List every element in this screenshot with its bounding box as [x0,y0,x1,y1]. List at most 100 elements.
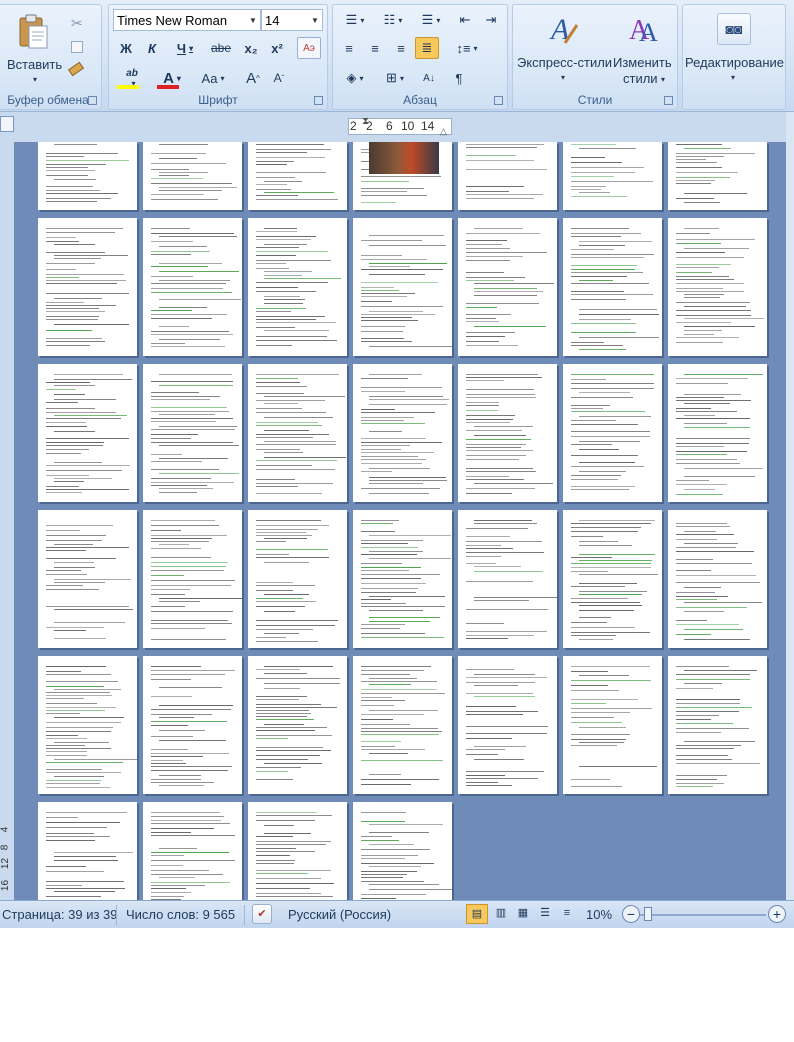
horizontal-ruler[interactable]: 2 2 6 10 14 ⧗ △ [0,112,794,142]
bold-button[interactable]: Ж [115,37,137,59]
page-thumbnail[interactable] [248,510,347,648]
document-area[interactable] [14,142,786,900]
page-thumbnail[interactable] [353,656,452,794]
page-thumbnail[interactable] [248,142,347,210]
borders-button[interactable]: ⊞ [377,67,413,89]
page-thumbnail[interactable] [563,656,662,794]
page-count[interactable]: Страница: 39 из 39 [2,907,118,922]
sort-button[interactable]: A↓ [417,67,441,89]
superscript-button[interactable]: x² [265,37,289,59]
zoom-thumb[interactable] [644,907,652,921]
page-thumbnail[interactable] [248,802,347,900]
page-thumbnail[interactable] [38,802,137,900]
editing-button[interactable]: ◙◙ Редактирование ▾ [685,7,784,97]
page-thumbnail[interactable] [668,364,767,502]
font-size-field[interactable]: 14 ▼ [261,9,323,31]
change-case-button[interactable]: Aa [193,67,233,89]
align-left-button[interactable]: ≡ [337,37,361,59]
page-thumbnail[interactable] [353,364,452,502]
view-full-screen-button[interactable]: ▥ [490,904,512,924]
page-thumbnail[interactable] [38,510,137,648]
page-thumbnail[interactable] [353,218,452,356]
view-outline-button[interactable]: ☰ [534,904,556,924]
page-thumbnail[interactable] [143,142,242,210]
page-thumbnail[interactable] [563,364,662,502]
express-styles-button[interactable]: A Экспресс-стили ▾ [515,7,612,89]
show-marks-button[interactable]: ¶ [447,67,471,89]
styles-launcher-icon[interactable] [664,96,673,105]
copy-icon[interactable] [71,41,83,53]
page-thumbnail[interactable] [248,364,347,502]
zoom-slider[interactable] [640,914,766,916]
justify-button[interactable]: ≣ [415,37,439,59]
subscript-button[interactable]: x₂ [239,37,263,59]
zoom-level[interactable]: 10% [586,907,612,922]
clipboard-launcher-icon[interactable] [88,96,97,105]
chevron-down-icon[interactable]: ▼ [308,10,322,30]
page-thumbnail[interactable] [353,510,452,648]
page-thumbnail[interactable] [248,656,347,794]
page-thumbnail[interactable] [353,802,452,900]
page-thumbnail[interactable] [38,656,137,794]
shrink-font-button[interactable]: Aˇ [267,67,291,89]
align-center-button[interactable]: ≡ [363,37,387,59]
page-thumbnail[interactable] [38,218,137,356]
page-thumbnail[interactable] [668,510,767,648]
zoom-out-icon[interactable]: − [622,905,640,923]
page-thumbnail[interactable] [143,656,242,794]
language-indicator[interactable]: Русский (Россия) [288,907,391,922]
strikethrough-button[interactable]: abe [207,37,235,59]
page-thumbnail[interactable] [38,364,137,502]
page-thumbnail[interactable] [248,218,347,356]
paragraph-launcher-icon[interactable] [494,96,503,105]
chevron-down-icon[interactable]: ▼ [246,10,260,30]
page-thumbnail[interactable] [458,510,557,648]
clear-format-button[interactable]: Aэ [297,37,321,59]
word-count[interactable]: Число слов: 9 565 [126,907,235,922]
underline-button[interactable]: Ч [167,37,203,59]
font-launcher-icon[interactable] [314,96,323,105]
multilevel-list-button[interactable]: ☰ [413,9,449,31]
indent-marker-icon[interactable]: ⧗ [362,116,369,127]
page-thumbnail[interactable] [563,142,662,210]
page-thumbnail[interactable] [143,802,242,900]
page-thumbnail[interactable] [458,142,557,210]
spellcheck-icon[interactable]: ✔ [252,904,272,924]
page-thumbnail[interactable] [458,364,557,502]
decrease-indent-button[interactable]: ⇤ [453,9,477,31]
right-indent-marker-icon[interactable]: △ [440,126,447,137]
view-draft-button[interactable]: ≡ [556,904,578,924]
grow-font-button[interactable]: A ^ [241,67,265,89]
scissors-icon[interactable]: ✂ [71,15,83,32]
page-thumbnail[interactable] [143,510,242,648]
page-thumbnail[interactable] [668,218,767,356]
vertical-ruler[interactable]: 4 8 12 16 [0,142,14,1042]
shading-button[interactable]: ◈ [337,67,373,89]
page-thumbnail[interactable] [563,218,662,356]
paste-button[interactable]: Вставить ▾ [3,9,63,85]
page-thumbnail[interactable] [353,142,452,210]
zoom-in-icon[interactable]: + [768,905,786,923]
italic-button[interactable]: К [141,37,163,59]
view-print-layout-button[interactable]: ▤ [466,904,488,924]
vertical-scrollbar[interactable] [786,112,794,900]
align-right-button[interactable]: ≡ [389,37,413,59]
brush-icon[interactable] [67,61,85,77]
bullets-button[interactable]: ☰ [337,9,373,31]
font-name-field[interactable]: Times New Roman ▼ [113,9,261,31]
page-thumbnail[interactable] [668,142,767,210]
tab-selector[interactable] [0,116,14,132]
text-line [151,696,192,697]
change-styles-button[interactable]: A A Изменить стили ▾ [613,7,675,93]
line-spacing-button[interactable]: ↕≡ [449,37,485,59]
increase-indent-button[interactable]: ⇥ [479,9,503,31]
page-thumbnail[interactable] [458,656,557,794]
page-thumbnail[interactable] [38,142,137,210]
page-thumbnail[interactable] [668,656,767,794]
page-thumbnail[interactable] [143,218,242,356]
page-thumbnail[interactable] [458,218,557,356]
view-web-layout-button[interactable]: ▦ [512,904,534,924]
page-thumbnail[interactable] [563,510,662,648]
page-thumbnail[interactable] [143,364,242,502]
numbering-button[interactable]: ☷ [375,9,411,31]
